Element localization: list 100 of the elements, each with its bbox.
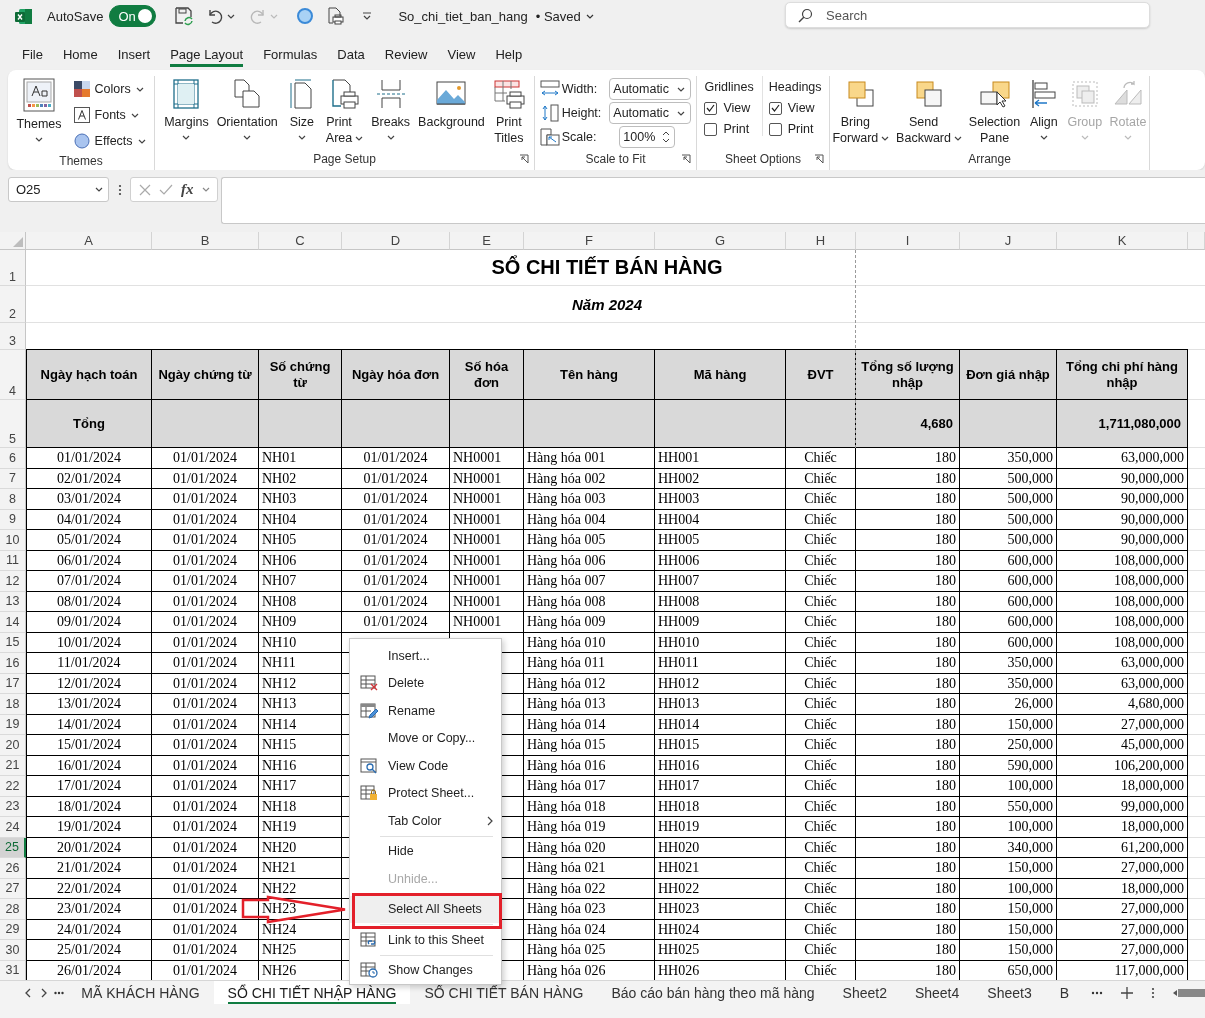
checkbox[interactable]	[768, 101, 782, 115]
scrollbar-thumb-icon[interactable]	[1173, 987, 1205, 998]
menu-tab[interactable]: Help	[485, 42, 533, 66]
row-number[interactable]: 30	[0, 940, 26, 961]
column-heading[interactable]: C	[259, 232, 342, 250]
ribbon-button[interactable]: Background	[415, 76, 488, 132]
autosave-toggle[interactable]: On	[109, 5, 157, 27]
name-box[interactable]: O25	[8, 177, 109, 202]
row-number[interactable]: 4	[0, 350, 26, 400]
menu-item[interactable]: Show Changes	[350, 956, 501, 984]
menu-item[interactable]: Move or Copy...	[350, 724, 501, 752]
ribbon-button[interactable]: Effects	[70, 128, 149, 154]
sheet-tab[interactable]: Báo cáo bán hàng theo mã hàng	[597, 981, 829, 1004]
sheet-tab[interactable]: SỔ CHI TIẾT BÁN HÀNG	[410, 981, 598, 1004]
sheet-tab[interactable]: SỔ CHI TIẾT NHẬP HÀNG	[213, 981, 411, 1004]
circle-icon[interactable]	[296, 7, 315, 25]
more-options-icon[interactable]	[118, 183, 122, 197]
add-sheet-icon[interactable]	[1121, 986, 1133, 999]
menu-tab[interactable]: Insert	[107, 42, 161, 66]
row-number[interactable]: 5	[0, 400, 26, 448]
row-number[interactable]: 29	[0, 919, 26, 940]
row-number[interactable]: 16	[0, 653, 26, 674]
row-number[interactable]: 1	[0, 250, 26, 286]
row-number[interactable]: 7	[0, 468, 26, 489]
row-number[interactable]: 27	[0, 878, 26, 899]
ribbon-button[interactable]: Fonts	[70, 102, 149, 128]
row-number[interactable]: 17	[0, 673, 26, 694]
sheet-tab[interactable]: Sheet2	[828, 981, 901, 1004]
spinner-arrows-icon[interactable]	[662, 130, 671, 144]
ribbon-button[interactable]: Bring Forward	[830, 76, 892, 148]
dialog-launcher-icon[interactable]	[681, 154, 691, 164]
customize-toolbar-icon[interactable]	[362, 11, 373, 21]
menu-tab[interactable]: File	[12, 42, 53, 66]
dropdown-field[interactable]: Automatic	[609, 78, 692, 100]
ribbon-button[interactable]: Selection Pane	[966, 76, 1023, 148]
print-preview-icon[interactable]	[326, 7, 345, 25]
row-number[interactable]: 6	[0, 448, 26, 469]
ribbon-button[interactable]: Colors	[70, 76, 149, 102]
column-heading[interactable]: A	[26, 232, 152, 250]
dialog-launcher-icon[interactable]	[519, 154, 529, 164]
dialog-launcher-icon[interactable]	[814, 154, 824, 164]
row-number[interactable]: 9	[0, 509, 26, 530]
row-number[interactable]: 24	[0, 817, 26, 838]
spinner-field[interactable]: 100%	[619, 126, 676, 148]
row-number[interactable]: 18	[0, 694, 26, 715]
row-number[interactable]: 3	[0, 323, 26, 350]
column-heading[interactable]: I	[856, 232, 960, 250]
search-field[interactable]: Search	[785, 2, 1150, 28]
column-heading[interactable]: D	[342, 232, 450, 250]
menu-item[interactable]: Tab Color	[350, 807, 501, 835]
column-heading[interactable]: J	[960, 232, 1057, 250]
menu-item[interactable]: Delete	[350, 669, 501, 697]
search-icon[interactable]	[798, 8, 813, 23]
row-number[interactable]: 21	[0, 755, 26, 776]
ribbon-button[interactable]: Size	[282, 76, 321, 142]
row-number[interactable]: 19	[0, 714, 26, 735]
menu-item[interactable]: View Code	[350, 752, 501, 780]
more-options-icon[interactable]	[1151, 986, 1155, 999]
checkbox[interactable]	[704, 101, 718, 115]
row-number[interactable]: 20	[0, 735, 26, 756]
sheet-tab[interactable]: B	[1045, 981, 1083, 1004]
save-icon[interactable]	[174, 6, 195, 26]
row-number[interactable]: 8	[0, 489, 26, 510]
column-heading[interactable]: B	[152, 232, 259, 250]
insert-function-button[interactable]: fx	[181, 181, 194, 198]
row-number[interactable]: 31	[0, 960, 26, 980]
row-number[interactable]: 28	[0, 899, 26, 920]
row-number[interactable]: 2	[0, 286, 26, 323]
menu-tab[interactable]: View	[437, 42, 486, 66]
ribbon-button[interactable]: Print Titles	[489, 76, 528, 148]
sheet-tab[interactable]: Sheet3	[973, 981, 1046, 1004]
row-number[interactable]: 14	[0, 612, 26, 633]
formula-input[interactable]	[221, 177, 1205, 224]
row-number[interactable]: 26	[0, 858, 26, 879]
menu-item[interactable]: Rename	[350, 697, 501, 725]
ribbon-button[interactable]: Send Backward	[893, 76, 965, 148]
menu-tab[interactable]: Page Layout	[160, 42, 254, 66]
menu-item[interactable]: Link to this Sheet	[350, 926, 501, 954]
column-heading[interactable]: F	[524, 232, 655, 250]
ribbon-button[interactable]: Themes	[13, 76, 65, 144]
ribbon-button[interactable]: Align	[1024, 76, 1063, 142]
column-heading[interactable]: H	[786, 232, 856, 250]
menu-tab[interactable]: Data	[327, 42, 375, 66]
ribbon-button[interactable]: Orientation	[213, 76, 281, 142]
row-number[interactable]: 22	[0, 776, 26, 797]
menu-item[interactable]: Hide	[350, 837, 501, 865]
menu-tab[interactable]: Home	[52, 42, 108, 66]
column-heading[interactable]: K	[1057, 232, 1188, 250]
row-number[interactable]: 13	[0, 591, 26, 612]
sheet-tab[interactable]: MÃ KHÁCH HÀNG	[67, 981, 214, 1004]
row-number[interactable]: 11	[0, 550, 26, 571]
column-heading[interactable]: E	[450, 232, 524, 250]
checkbox[interactable]	[704, 122, 718, 136]
row-number[interactable]: 23	[0, 796, 26, 817]
undo-icon[interactable]	[206, 7, 225, 25]
document-name[interactable]: So_chi_tiet_ban_hang	[398, 8, 528, 24]
menu-tab[interactable]: Formulas	[253, 42, 328, 66]
column-heading[interactable]: G	[655, 232, 786, 250]
row-number[interactable]: 25	[0, 837, 26, 858]
row-number[interactable]: 10	[0, 530, 26, 551]
